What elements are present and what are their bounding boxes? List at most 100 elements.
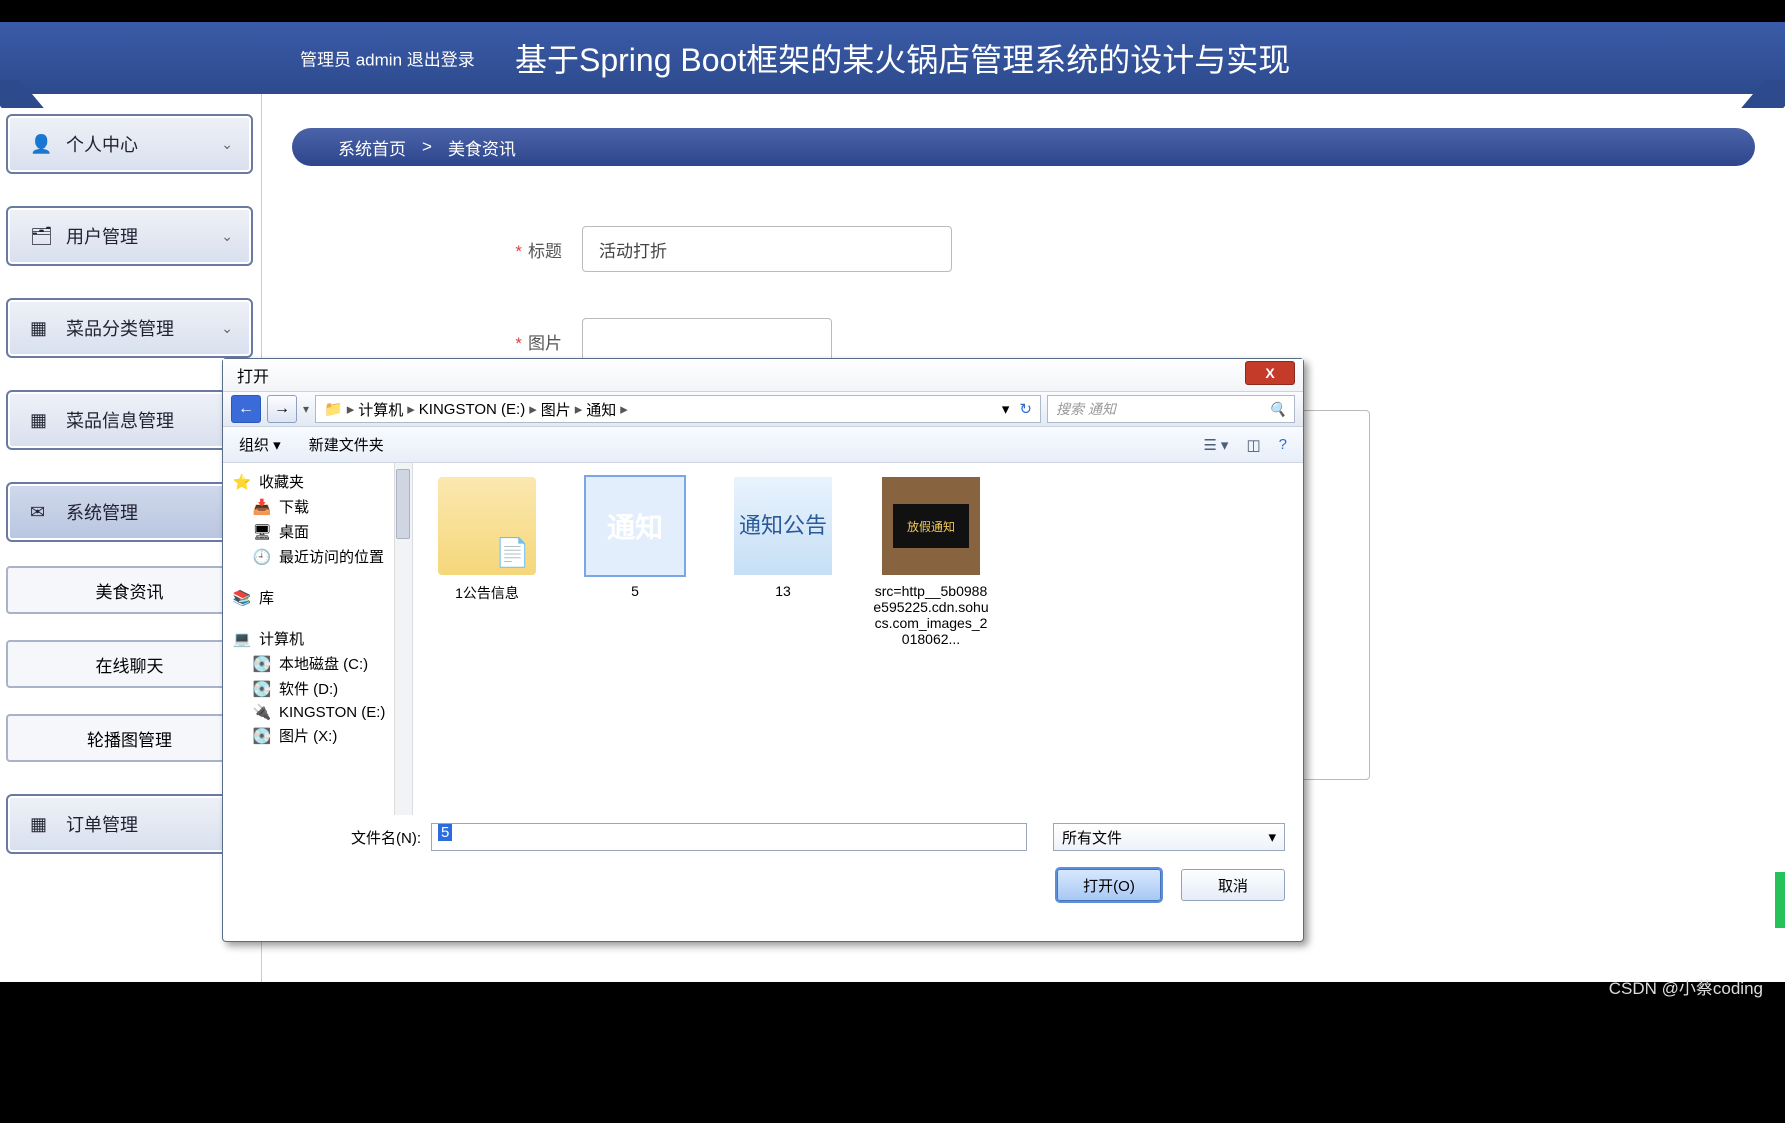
briefcase-icon: 🗂 [30,226,52,247]
chevron-down-icon: ▾ [1268,828,1276,846]
sidebar-item-label: 菜品信息管理 [66,407,174,433]
title-label: 标题 [528,242,562,261]
file-name: src=http__5b0988e595225.cdn.sohucs.com_i… [871,583,991,647]
watermark: CSDN @小蔡coding [1609,974,1763,999]
file-open-dialog: 打开 X ← → ▾ 📁 ▸计算机 ▸KINGSTON (E:) ▸图片 ▸通知… [222,358,1304,942]
sidebar-item-label: 用户管理 [66,223,138,249]
title-input[interactable] [582,226,952,272]
computer-icon: 💻 [233,630,251,648]
file-list[interactable]: 📄 1公告信息 通知 5 通知公告 13 放假通知 src=http__5b09… [413,463,1303,815]
chevron-down-icon: ⌄ [221,228,233,245]
sidebar-sub-chat[interactable]: 在线聊天 [6,640,253,688]
sidebar-item-label: 系统管理 [66,499,138,525]
scrollbar-thumb[interactable] [396,469,410,539]
chevron-down-icon: ⌄ [221,136,233,153]
filename-label: 文件名(N): [241,827,421,848]
file-name: 13 [775,583,791,599]
open-button[interactable]: 打开(O) [1057,869,1161,901]
sidebar-drive-d[interactable]: 💽软件 (D:) [227,676,408,701]
breadcrumb: 系统首页 > 美食资讯 [292,128,1755,166]
sidebar-drive-c[interactable]: 💽本地磁盘 (C:) [227,651,408,676]
breadcrumb-separator: > [422,137,432,157]
organize-menu[interactable]: 组织 ▾ [239,434,281,455]
sidebar-item-orders[interactable]: ▦ 订单管理 ⌄ [6,794,253,854]
path-seg[interactable]: 通知 [586,399,616,420]
forward-button[interactable]: → [267,395,297,423]
close-icon: X [1265,365,1274,381]
chevron-down-icon: ⌄ [221,320,233,337]
file-name: 5 [631,583,639,599]
image-label: 图片 [528,334,562,353]
filetype-dropdown[interactable]: 所有文件▾ [1053,823,1285,851]
person-icon: 👤 [30,134,52,155]
search-placeholder: 搜索 通知 [1056,399,1116,419]
grid-icon: ▦ [30,318,52,339]
path-seg[interactable]: KINGSTON (E:) [419,401,525,418]
libraries-header[interactable]: 库 [259,587,274,608]
green-indicator [1775,872,1785,928]
close-button[interactable]: X [1245,361,1295,385]
sidebar-item-label: 菜品分类管理 [66,315,174,341]
file-name: 1公告信息 [455,583,519,603]
breadcrumb-home[interactable]: 系统首页 [338,135,406,160]
favorites-header[interactable]: 收藏夹 [259,471,304,492]
sidebar-item-dish-category[interactable]: ▦ 菜品分类管理 ⌄ [6,298,253,358]
folder-icon: 📁 [324,400,343,418]
back-button[interactable]: ← [231,395,261,423]
filename-input[interactable]: 5 [431,823,1027,851]
drive-icon: 💽 [253,727,271,745]
sidebar-drive-x[interactable]: 💽图片 (X:) [227,723,408,748]
dialog-title: 打开 [237,363,269,387]
file-item-folder[interactable]: 📄 1公告信息 [427,477,547,603]
download-icon: 📥 [253,498,271,516]
computer-header[interactable]: 计算机 [259,628,304,649]
image-thumbnail: 放假通知 [882,477,980,575]
sidebar-item-label: 个人中心 [66,131,138,157]
sidebar-item-users[interactable]: 🗂 用户管理 ⌄ [6,206,253,266]
sidebar-item-label: 订单管理 [66,811,138,837]
new-folder-button[interactable]: 新建文件夹 [309,434,384,455]
grid-icon: ▦ [30,814,52,835]
refresh-icon[interactable]: ↻ [1019,400,1032,418]
chevron-down-icon[interactable]: ▾ [1002,400,1010,418]
sidebar-drive-e[interactable]: 🔌KINGSTON (E:) [227,701,408,723]
sidebar-item-profile[interactable]: 👤 个人中心 ⌄ [6,114,253,174]
sidebar-downloads[interactable]: 📥下载 [227,494,408,519]
sidebar-recent[interactable]: 🕘最近访问的位置 [227,544,408,569]
image-thumbnail: 通知公告 [734,477,832,575]
grid-icon: ▦ [30,410,52,431]
path-seg[interactable]: 图片 [541,399,571,420]
drive-icon: 💽 [253,655,271,673]
top-bar: 管理员 admin 退出登录 基于Spring Boot框架的某火锅店管理系统的… [0,22,1785,94]
image-thumbnail: 通知 [586,477,684,575]
search-input[interactable]: 搜索 通知 🔍 [1047,395,1295,423]
help-icon[interactable]: ? [1279,436,1287,454]
file-item-photo[interactable]: 放假通知 src=http__5b0988e595225.cdn.sohucs.… [871,477,991,647]
file-item-5[interactable]: 通知 5 [575,477,695,599]
cursor-icon: ↖ [1103,1098,1120,1123]
library-icon: 📚 [233,589,251,607]
sidebar-sub-food-news[interactable]: 美食资讯 [6,566,253,614]
admin-label[interactable]: 管理员 admin 退出登录 [300,46,475,71]
folder-icon: 📄 [438,477,536,575]
arrow-left-icon: ← [238,400,254,418]
star-icon: ⭐ [233,473,251,491]
sidebar-desktop[interactable]: 🖥桌面 [227,519,408,544]
preview-pane-button[interactable]: ◫ [1246,436,1260,454]
dialog-sidebar: ⭐ 收藏夹 📥下载 🖥桌面 🕘最近访问的位置 📚 库 💻 计算机 💽本地磁盘 (C:)… [223,463,413,815]
path-seg[interactable]: 计算机 [358,399,403,420]
view-mode-button[interactable]: ☰ ▾ [1203,436,1228,454]
cancel-button[interactable]: 取消 [1181,869,1285,901]
file-item-13[interactable]: 通知公告 13 [723,477,843,599]
usb-icon: 🔌 [253,703,271,721]
page-title: 基于Spring Boot框架的某火锅店管理系统的设计与实现 [515,35,1290,81]
address-bar[interactable]: 📁 ▸计算机 ▸KINGSTON (E:) ▸图片 ▸通知 ▸ ▾ ↻ [315,395,1041,423]
sidebar-item-dish-info[interactable]: ▦ 菜品信息管理 ⌄ [6,390,253,450]
sidebar-item-system[interactable]: ✉ 系统管理 ⌄ [6,482,253,542]
arrow-right-icon: → [274,400,290,418]
breadcrumb-current: 美食资讯 [448,135,516,160]
scrollbar[interactable] [394,463,412,815]
drive-icon: 💽 [253,680,271,698]
chevron-down-icon[interactable]: ▾ [303,402,309,416]
sidebar-sub-carousel[interactable]: 轮播图管理 [6,714,253,762]
